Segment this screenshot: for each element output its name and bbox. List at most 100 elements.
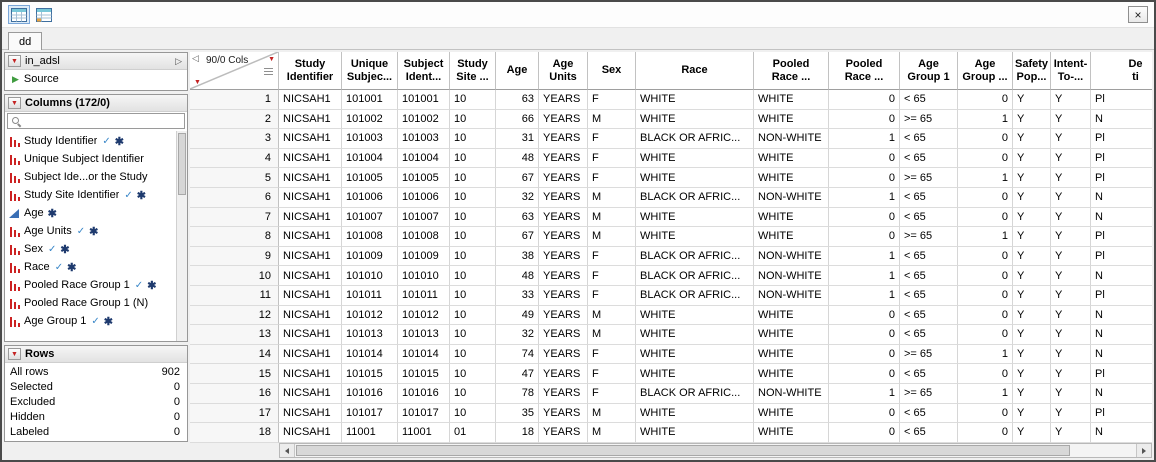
table-cell[interactable]: 48 [496, 266, 539, 286]
columns-menu-icon[interactable]: ▼ [268, 56, 275, 63]
table-cell[interactable]: 63 [496, 208, 539, 228]
table-cell[interactable]: Y [1013, 227, 1051, 247]
scroll-left-button[interactable] [280, 444, 295, 457]
close-button[interactable]: × [1128, 6, 1148, 23]
table-cell[interactable]: WHITE [754, 149, 829, 169]
columns-search-input[interactable] [25, 115, 181, 127]
table-cell[interactable]: >= 65 [900, 110, 958, 130]
table-cell[interactable]: YEARS [539, 404, 588, 424]
table-cell[interactable]: Pl [1091, 90, 1152, 110]
table-cell[interactable]: 0 [958, 266, 1013, 286]
table-cell[interactable]: Y [1051, 364, 1091, 384]
table-cell[interactable]: 31 [496, 129, 539, 149]
table-cell[interactable]: WHITE [636, 149, 754, 169]
table-cell[interactable]: >= 65 [900, 345, 958, 365]
table-cell[interactable]: < 65 [900, 325, 958, 345]
table-cell[interactable]: 67 [496, 227, 539, 247]
table-cell[interactable]: 10 [450, 110, 496, 130]
table-cell[interactable]: Y [1013, 247, 1051, 267]
table-cell[interactable]: 101010 [342, 266, 398, 286]
table-cell[interactable]: Y [1051, 247, 1091, 267]
table-cell[interactable]: Y [1051, 129, 1091, 149]
table-cell[interactable]: WHITE [636, 404, 754, 424]
column-list-item[interactable]: Race ✓✱ [5, 258, 176, 276]
table-cell[interactable]: Y [1051, 149, 1091, 169]
table-cell[interactable]: 0 [958, 306, 1013, 326]
table-cell[interactable]: NICSAH1 [279, 404, 342, 424]
table-cell[interactable]: 0 [958, 90, 1013, 110]
table-cell[interactable]: 101008 [398, 227, 450, 247]
tab-dd[interactable]: dd [8, 32, 42, 50]
table-cell[interactable]: 101013 [398, 325, 450, 345]
table-cell[interactable]: F [588, 384, 636, 404]
table-cell[interactable]: 101006 [398, 188, 450, 208]
table-cell[interactable]: Y [1013, 423, 1051, 443]
table-cell[interactable]: F [588, 168, 636, 188]
table-cell[interactable]: YEARS [539, 129, 588, 149]
column-header[interactable]: AgeGroup ... [958, 52, 1013, 90]
row-number-cell[interactable]: 4 [190, 149, 279, 169]
table-cell[interactable]: 0 [958, 247, 1013, 267]
table-cell[interactable]: 10 [450, 325, 496, 345]
table-cell[interactable]: 32 [496, 325, 539, 345]
table-cell[interactable]: 74 [496, 345, 539, 365]
table-cell[interactable]: 10 [450, 247, 496, 267]
table-cell[interactable]: WHITE [754, 404, 829, 424]
row-number-cell[interactable]: 8 [190, 227, 279, 247]
table-cell[interactable]: YEARS [539, 227, 588, 247]
table-cell[interactable]: Y [1013, 345, 1051, 365]
table-menu-icon[interactable]: ▼ [8, 55, 21, 67]
table-cell[interactable]: 10 [450, 227, 496, 247]
column-header[interactable]: PooledRace ... [829, 52, 900, 90]
table-cell[interactable]: YEARS [539, 306, 588, 326]
table-cell[interactable]: NICSAH1 [279, 149, 342, 169]
table-cell[interactable]: NICSAH1 [279, 227, 342, 247]
table-cell[interactable]: WHITE [636, 423, 754, 443]
table-cell[interactable]: Y [1013, 208, 1051, 228]
table-corner[interactable]: ◁ 90/0 Cols ▼ ▼ [190, 52, 279, 90]
table-cell[interactable]: 0 [829, 168, 900, 188]
table-cell[interactable]: 101009 [398, 247, 450, 267]
table-cell[interactable]: 0 [829, 227, 900, 247]
table-cell[interactable]: BLACK OR AFRIC... [636, 384, 754, 404]
table-cell[interactable]: Y [1051, 345, 1091, 365]
table-cell[interactable]: YEARS [539, 266, 588, 286]
table-cell[interactable]: NICSAH1 [279, 188, 342, 208]
table-cell[interactable]: 11001 [342, 423, 398, 443]
column-list-item[interactable]: Unique Subject Identifier [5, 150, 176, 168]
horizontal-scrollbar[interactable] [279, 443, 1152, 458]
table-cell[interactable]: WHITE [754, 306, 829, 326]
column-list-item[interactable]: Pooled Race Group 1 ✓✱ [5, 276, 176, 294]
table-cell[interactable]: 101011 [398, 286, 450, 306]
table-cell[interactable]: Y [1051, 404, 1091, 424]
row-number-cell[interactable]: 1 [190, 90, 279, 110]
table-cell[interactable]: 67 [496, 168, 539, 188]
table-cell[interactable]: 0 [958, 423, 1013, 443]
table-cell[interactable]: Pl [1091, 286, 1152, 306]
column-header[interactable]: Sex [588, 52, 636, 90]
table-cell[interactable]: WHITE [754, 90, 829, 110]
table-cell[interactable]: Y [1051, 423, 1091, 443]
row-number-cell[interactable]: 12 [190, 306, 279, 326]
table-cell[interactable]: 101006 [342, 188, 398, 208]
table-cell[interactable]: N [1091, 188, 1152, 208]
row-number-cell[interactable]: 5 [190, 168, 279, 188]
table-cell[interactable]: Y [1013, 110, 1051, 130]
column-header[interactable]: SafetyPop... [1013, 52, 1051, 90]
row-number-cell[interactable]: 7 [190, 208, 279, 228]
table-cell[interactable]: 10 [450, 168, 496, 188]
table-cell[interactable]: M [588, 208, 636, 228]
table-cell[interactable]: 0 [829, 208, 900, 228]
table-cell[interactable]: 0 [958, 325, 1013, 345]
table-cell[interactable]: Y [1051, 90, 1091, 110]
table-cell[interactable]: M [588, 423, 636, 443]
table-cell[interactable]: F [588, 364, 636, 384]
table-cell[interactable]: WHITE [636, 325, 754, 345]
table-cell[interactable]: >= 65 [900, 227, 958, 247]
table-cell[interactable]: NON-WHITE [754, 247, 829, 267]
table-cell[interactable]: Pl [1091, 168, 1152, 188]
table-cell[interactable]: 101004 [398, 149, 450, 169]
table-cell[interactable]: 101001 [398, 90, 450, 110]
column-header[interactable]: Intent-To-... [1051, 52, 1091, 90]
columns-list-scrollbar-thumb[interactable] [178, 133, 186, 195]
